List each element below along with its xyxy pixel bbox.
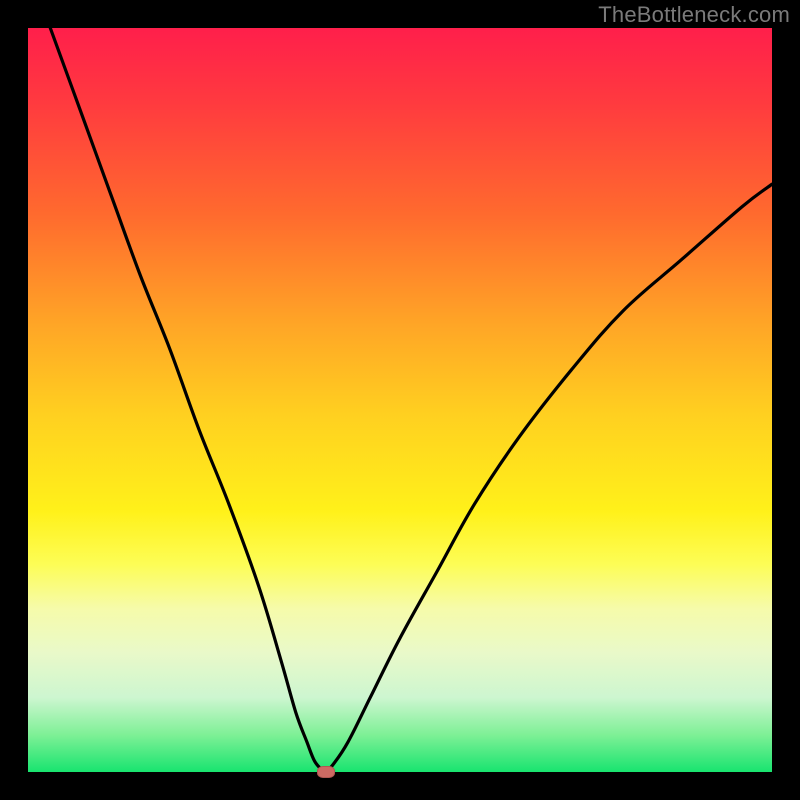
chart-frame: TheBottleneck.com <box>0 0 800 800</box>
curve-svg <box>28 28 772 772</box>
min-point-marker <box>317 766 335 778</box>
bottleneck-curve-path <box>50 28 772 772</box>
watermark-text: TheBottleneck.com <box>598 2 790 28</box>
plot-area <box>28 28 772 772</box>
